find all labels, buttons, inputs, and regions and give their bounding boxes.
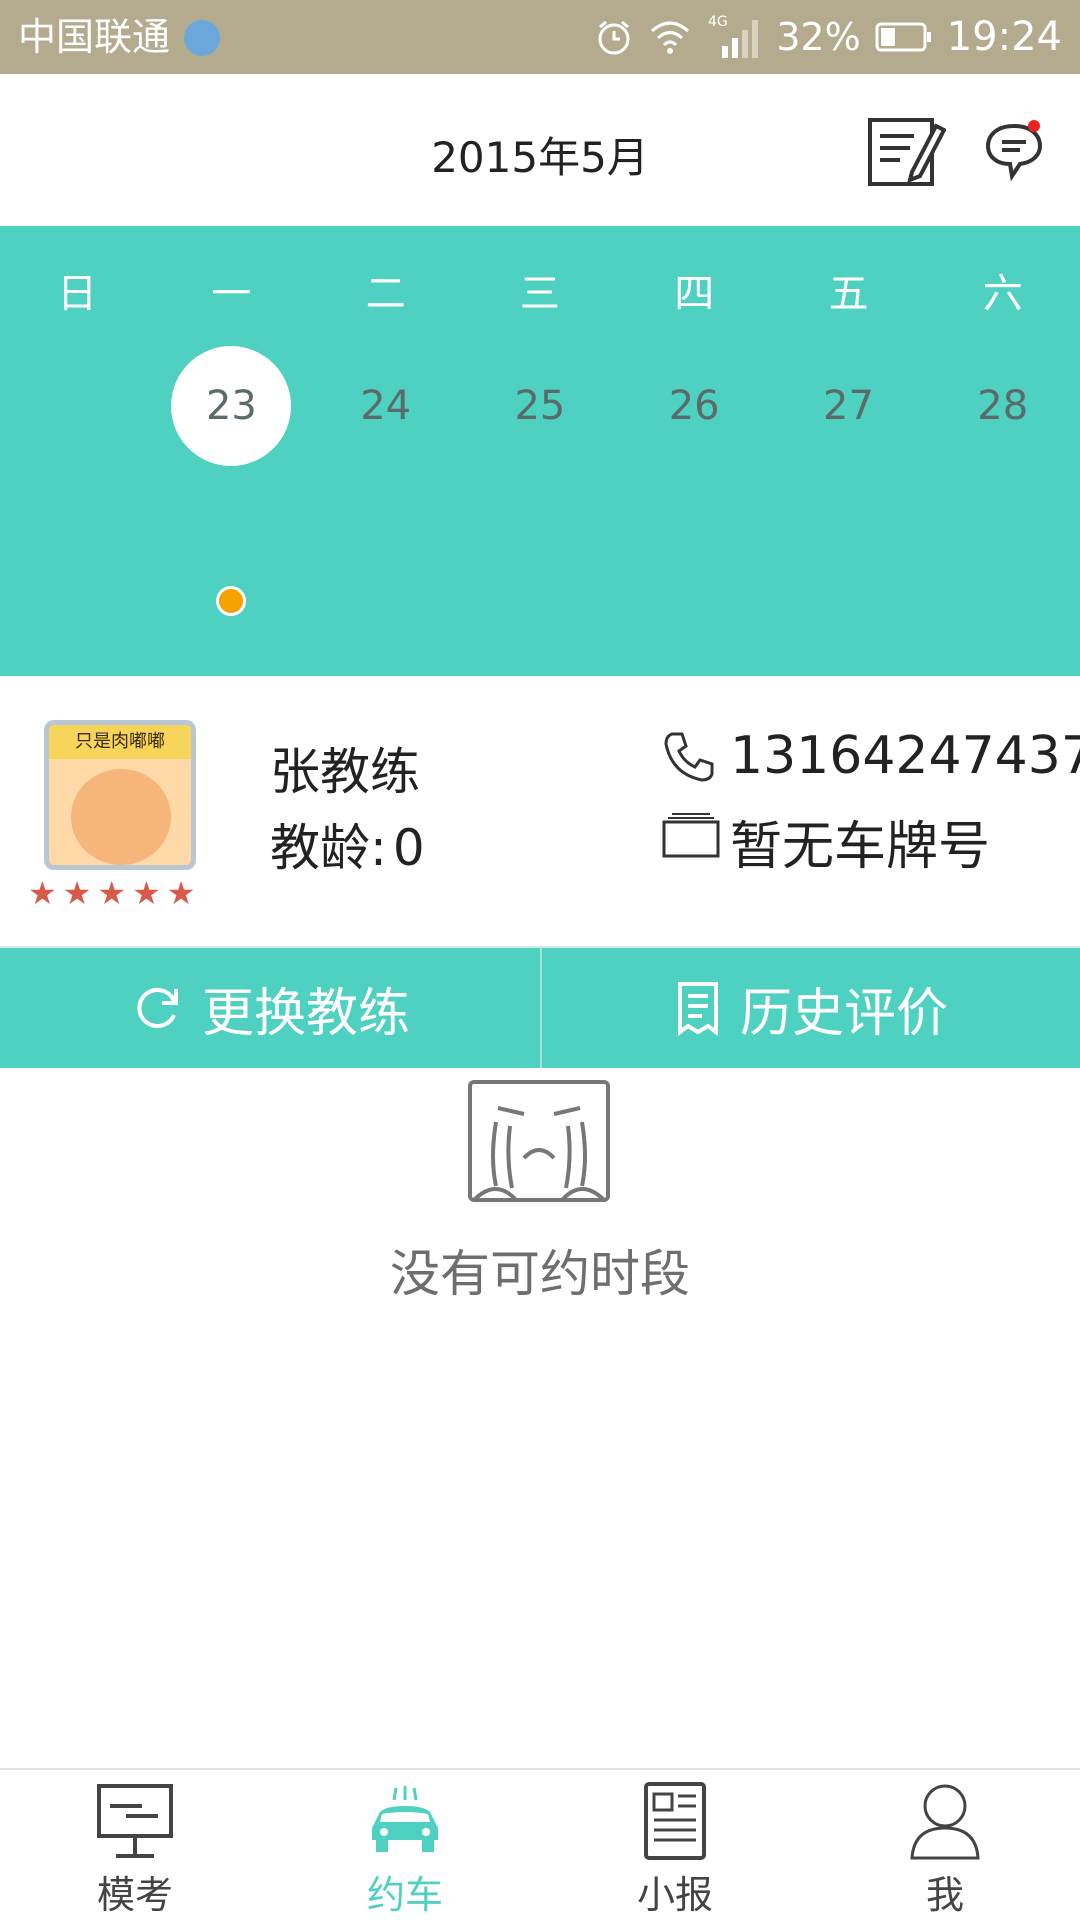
newspaper-icon (644, 1782, 706, 1860)
day-23-selected[interactable]: 23 (154, 346, 308, 616)
chat-bubble-icon (985, 120, 1043, 182)
day-empty (0, 346, 154, 466)
nav-book-car[interactable]: 约车 (270, 1770, 540, 1920)
day-25[interactable]: 25 (463, 346, 617, 466)
nav-label: 我 (925, 1873, 964, 1917)
status-bar: 中国联通 4G 32% 19:24 (0, 0, 1080, 74)
weekday-sat: 六 (982, 271, 1023, 317)
empty-message: 没有可约时段 (390, 1245, 690, 1303)
weekday-tue: 二 (365, 271, 406, 317)
bottom-navigation: 模考 约车 小报 我 (0, 1768, 1080, 1920)
plate-number: 暂无车牌号 (730, 817, 991, 877)
coach-card: 只是肉嘟嘟 ★ ★ ★ ★ ★ 张教练 教龄: 0 13164247437 暂无车… (0, 676, 1080, 946)
has-schedule-dot (216, 586, 247, 616)
battery-percent: 32% (776, 15, 861, 59)
alarm-icon (598, 20, 630, 55)
week-calendar: 日 一 二 三 四 五 六 23 24 25 26 27 28 (0, 226, 1080, 676)
day-26[interactable]: 26 (617, 346, 771, 466)
nav-news[interactable]: 小报 (540, 1770, 810, 1920)
document-icon (677, 982, 718, 1036)
experience-label: 教龄: (270, 819, 387, 877)
day-number: 23 (205, 383, 257, 429)
car-icon (372, 1786, 438, 1852)
battery-icon (875, 22, 931, 52)
star-icon: ★ (132, 874, 161, 912)
signal-icon: 4G (708, 14, 759, 58)
day-row: 23 24 25 26 27 28 (0, 346, 1080, 616)
monitor-icon (97, 1784, 173, 1858)
coach-experience: 教龄: 0 (270, 808, 425, 880)
history-reviews-button[interactable]: 历史评价 (540, 948, 1080, 1068)
crying-face-icon (468, 1080, 610, 1202)
star-icon: ★ (166, 874, 196, 912)
star-icon: ★ (97, 874, 127, 912)
edit-button[interactable] (866, 114, 947, 190)
weekday-sun: 日 (57, 271, 98, 317)
weekday-thu: 四 (674, 271, 715, 317)
rating-stars: ★ ★ ★ ★ ★ (28, 876, 195, 910)
coach-actions: 更换教练 历史评价 (0, 946, 1080, 1068)
change-coach-button[interactable]: 更换教练 (0, 948, 540, 1068)
star-icon: ★ (62, 874, 92, 912)
wifi-icon (651, 21, 690, 54)
day-27[interactable]: 27 (771, 346, 925, 466)
change-coach-label: 更换教练 (201, 983, 410, 1044)
health-app-icon (184, 20, 220, 56)
weekday-fri: 五 (828, 271, 869, 317)
day-28[interactable]: 28 (926, 346, 1080, 466)
nav-label: 小报 (636, 1873, 713, 1917)
carrier-name: 中国联通 (18, 15, 171, 59)
weekday-header: 日 一 二 三 四 五 六 (0, 264, 1080, 324)
experience-value: 0 (392, 819, 425, 877)
phone-icon[interactable] (662, 728, 718, 784)
refresh-icon (137, 988, 178, 1028)
coach-name: 张教练 (270, 743, 420, 801)
messages-button[interactable] (984, 118, 1044, 182)
coach-avatar[interactable]: 只是肉嘟嘟 (44, 720, 196, 870)
coach-phone[interactable]: 13164247437 (730, 726, 1080, 786)
clock: 19:24 (946, 14, 1062, 60)
app-header: 2015年5月 (0, 74, 1080, 226)
weekday-mon: 一 (211, 271, 252, 317)
weekday-wed: 三 (519, 271, 560, 317)
nav-mock-exam[interactable]: 模考 (0, 1770, 270, 1920)
history-reviews-label: 历史评价 (739, 983, 948, 1044)
network-type: 4G (708, 14, 728, 30)
nav-label: 约车 (366, 1873, 443, 1917)
day-24[interactable]: 24 (309, 346, 463, 466)
bear-face-image (71, 769, 171, 865)
edit-note-icon (868, 118, 947, 186)
status-icons: 4G 32% 19:24 (594, 10, 1062, 64)
nav-me[interactable]: 我 (810, 1770, 1080, 1920)
star-icon: ★ (28, 874, 57, 912)
avatar-caption: 只是肉嘟嘟 (49, 725, 191, 759)
user-icon (910, 1784, 980, 1860)
license-plate-icon (662, 813, 720, 858)
nav-label: 模考 (96, 1873, 173, 1917)
empty-state: 没有可约时段 (0, 1068, 1080, 1768)
